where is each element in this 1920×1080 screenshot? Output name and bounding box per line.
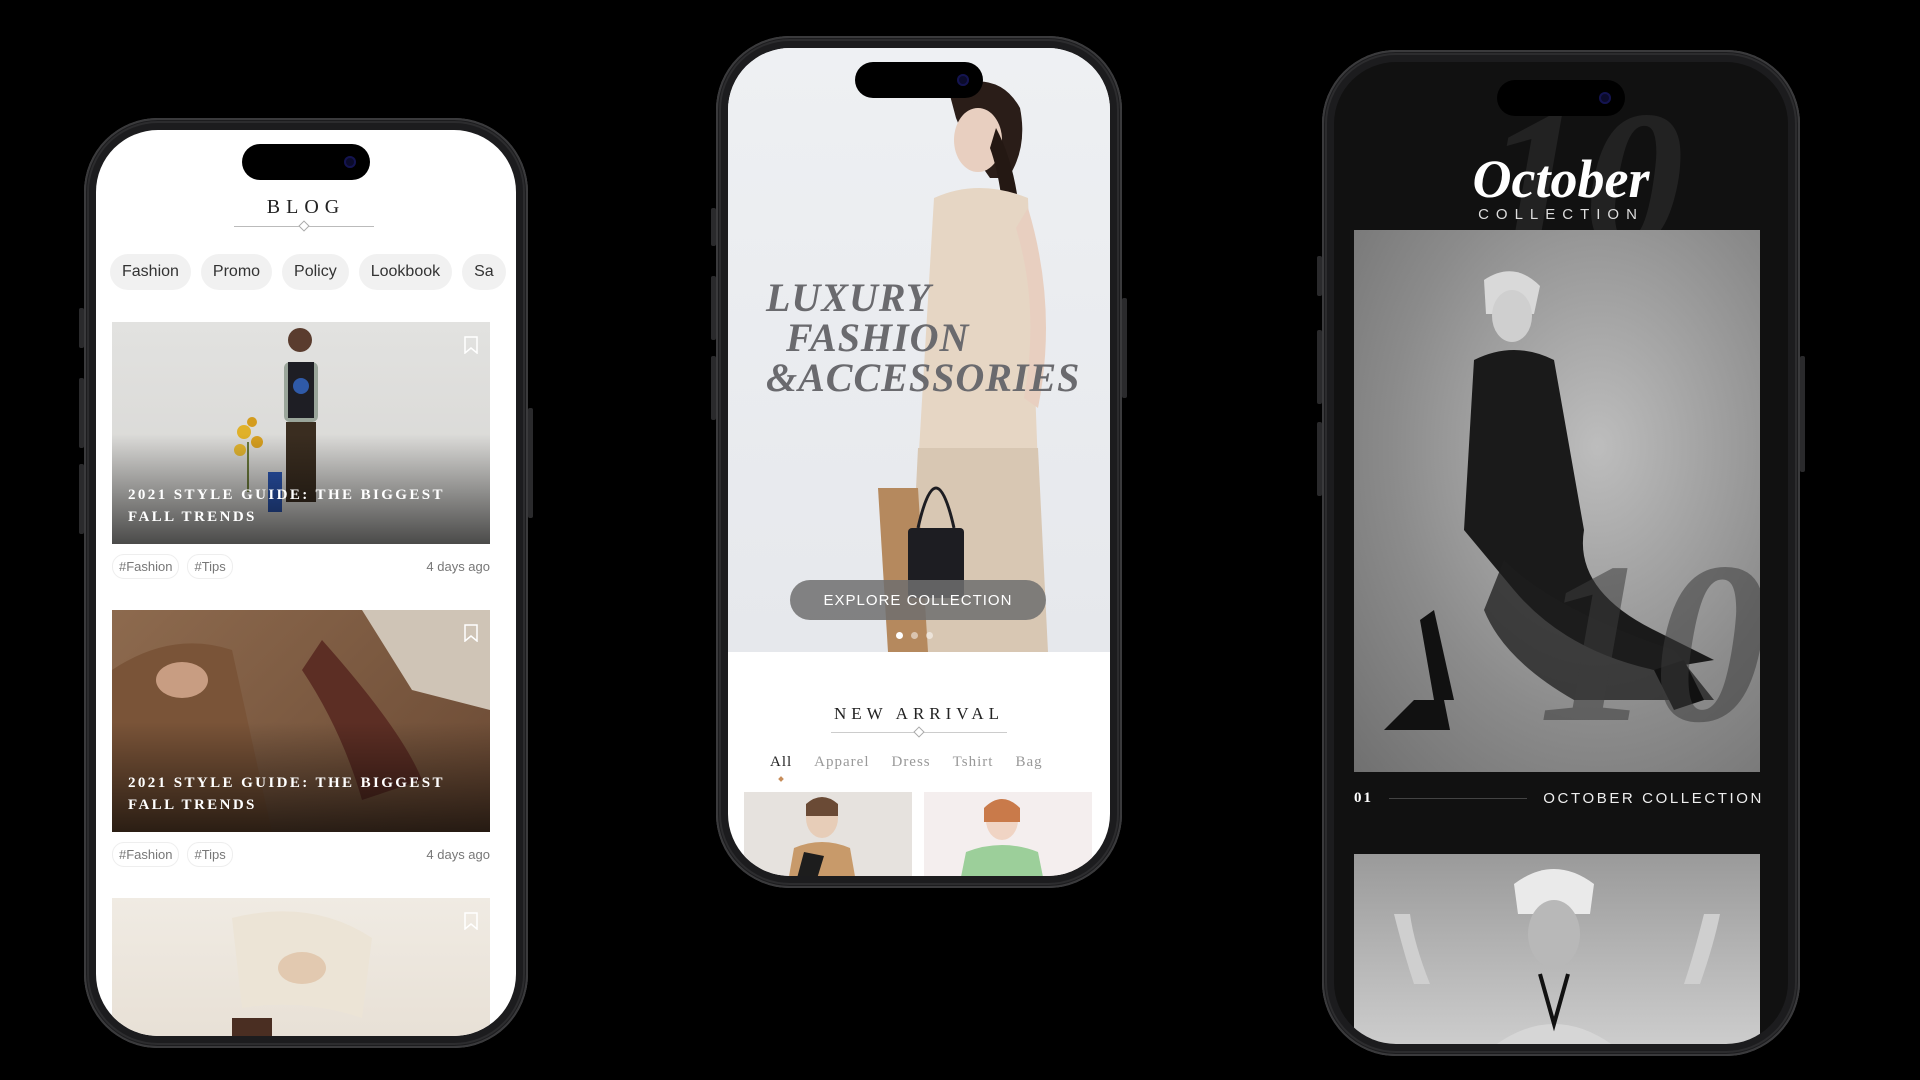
hero-headline: LUXURY FASHION &ACCESSORIES [766, 278, 1080, 398]
blog-screen: BLOG Fashion Promo Policy Lookbook Sa 20… [96, 130, 516, 1036]
hero-line: LUXURY [766, 275, 932, 320]
mute-switch [1317, 256, 1322, 296]
carousel-dots [896, 632, 933, 639]
blog-post-card[interactable]: 2021 STYLE GUIDE: THE BIGGEST FALL TREND… [112, 322, 490, 579]
volume-up-button [1317, 330, 1322, 404]
category-chips: Fashion Promo Policy Lookbook Sa [110, 254, 506, 290]
product-image [961, 799, 1043, 876]
phone-blog: BLOG Fashion Promo Policy Lookbook Sa 20… [79, 118, 533, 1048]
model-illustration [1394, 869, 1720, 1044]
blog-post-card[interactable]: 2021 STYLE GUIDE: THE BIGGEST FALL TREND… [112, 610, 490, 867]
phone-october: 10 October COLLECTION 10 01 OCTOBER COLL… [1317, 50, 1805, 1056]
product-filters: All Apparel Dress Tshirt Bag [770, 754, 1043, 771]
post-tag[interactable]: #Tips [187, 842, 233, 867]
overlay-numeral: 10 [1538, 515, 1760, 770]
diamond-ornament-icon [298, 220, 310, 232]
hero-line: FASHION [786, 315, 970, 360]
post-tag[interactable]: #Tips [187, 554, 233, 579]
hero-banner[interactable]: LUXURY FASHION &ACCESSORIES EXPLORE COLL… [728, 48, 1110, 652]
filter-bag[interactable]: Bag [1015, 754, 1042, 771]
volume-up-button [711, 276, 716, 340]
carousel-dot[interactable] [926, 632, 933, 639]
collection-caption[interactable]: 01 OCTOBER COLLECTION [1354, 790, 1764, 807]
post-illustration [232, 911, 372, 1036]
carousel-dot[interactable] [911, 632, 918, 639]
collection-subtitle: COLLECTION [1478, 206, 1644, 223]
filter-dress[interactable]: Dress [891, 754, 930, 771]
post-image: 2021 STYLE GUIDE: THE BIGGEST FALL TREND… [112, 322, 490, 544]
collection-index: 01 [1354, 790, 1373, 806]
product-thumbnail[interactable] [744, 792, 912, 876]
camera-icon [344, 156, 356, 168]
mute-switch [79, 308, 84, 348]
chip-promo[interactable]: Promo [200, 254, 273, 290]
section-title: NEW ARRIVAL [833, 704, 1005, 723]
volume-down-button [1317, 422, 1322, 496]
post-title: 2021 STYLE GUIDE: THE BIGGEST FALL TREND… [128, 775, 445, 813]
caption-divider [1389, 798, 1528, 799]
bookmark-icon[interactable] [464, 336, 478, 354]
luxury-screen: LUXURY FASHION &ACCESSORIES EXPLORE COLL… [728, 48, 1110, 876]
post-meta: #Fashion #Tips 4 days ago [112, 554, 490, 579]
diamond-ornament-icon [913, 726, 925, 738]
power-button [1800, 356, 1805, 472]
camera-icon [1599, 92, 1611, 104]
page-title: BLOG [266, 196, 346, 218]
power-button [1122, 298, 1127, 398]
power-button [528, 408, 533, 518]
post-image: 2021 STYLE GUIDE: THE BIGGEST FALL TREND… [112, 610, 490, 832]
bookmark-icon[interactable] [464, 912, 478, 930]
bookmark-icon[interactable] [464, 624, 478, 642]
product-thumbnail[interactable] [924, 792, 1092, 876]
chip-lookbook[interactable]: Lookbook [358, 254, 453, 290]
collection-hero-image[interactable]: 10 [1354, 230, 1760, 772]
volume-down-button [79, 464, 84, 534]
chip-more[interactable]: Sa [462, 254, 506, 290]
product-image [789, 797, 855, 876]
explore-collection-button[interactable]: EXPLORE COLLECTION [790, 580, 1046, 620]
post-tag[interactable]: #Fashion [112, 554, 180, 579]
hero-line: &ACCESSORIES [766, 355, 1081, 400]
chip-fashion[interactable]: Fashion [110, 254, 191, 290]
volume-down-button [711, 356, 716, 420]
dynamic-island [242, 144, 370, 180]
carousel-dot-active[interactable] [896, 632, 903, 639]
post-meta: #Fashion #Tips 4 days ago [112, 842, 490, 867]
collection-second-image[interactable] [1354, 854, 1760, 1044]
chip-policy[interactable]: Policy [282, 254, 349, 290]
post-title: 2021 STYLE GUIDE: THE BIGGEST FALL TREND… [128, 487, 445, 525]
post-tag[interactable]: #Fashion [112, 842, 180, 867]
filter-apparel[interactable]: Apparel [814, 754, 869, 771]
collection-title: October [1472, 149, 1650, 209]
post-time: 4 days ago [426, 847, 490, 862]
volume-up-button [79, 378, 84, 448]
post-image [112, 898, 490, 1036]
post-time: 4 days ago [426, 559, 490, 574]
dynamic-island [1497, 80, 1625, 116]
filter-all[interactable]: All [770, 754, 792, 771]
blog-post-card[interactable] [112, 898, 490, 1036]
dynamic-island [855, 62, 983, 98]
camera-icon [957, 74, 969, 86]
october-screen: 10 October COLLECTION 10 01 OCTOBER COLL… [1334, 62, 1788, 1044]
mute-switch [711, 208, 716, 246]
filter-tshirt[interactable]: Tshirt [953, 754, 994, 771]
phone-luxury: LUXURY FASHION &ACCESSORIES EXPLORE COLL… [711, 36, 1127, 888]
collection-label: OCTOBER COLLECTION [1543, 790, 1764, 807]
